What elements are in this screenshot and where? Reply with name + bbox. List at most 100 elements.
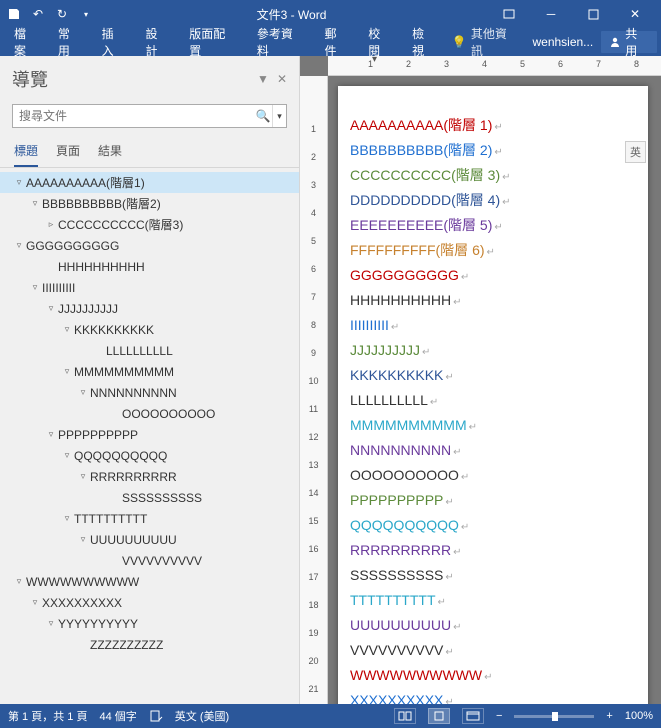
expand-icon[interactable]: ▿ [60, 450, 74, 461]
expand-icon[interactable]: ▿ [28, 282, 42, 293]
minimize-icon[interactable]: ─ [531, 0, 571, 28]
doc-line[interactable]: GGGGGGGGGG↵ [350, 264, 636, 289]
tree-node[interactable]: ▿GGGGGGGGGG [0, 235, 299, 256]
ribbon-tab[interactable]: 郵件 [314, 28, 358, 56]
doc-line[interactable]: SSSSSSSSSS↵ [350, 564, 636, 589]
expand-icon[interactable]: ▿ [28, 198, 42, 209]
doc-line[interactable]: BBBBBBBBBB(階層 2)↵ [350, 139, 636, 164]
tell-me[interactable]: 💡 其他資訊 [446, 25, 525, 59]
tree-node[interactable]: ▿YYYYYYYYYY [0, 613, 299, 634]
status-words[interactable]: 44 個字 [99, 708, 136, 724]
expand-icon[interactable]: ▿ [60, 324, 74, 335]
tree-node[interactable]: ▿IIIIIIIIII [0, 277, 299, 298]
ribbon-tab[interactable]: 檢視 [402, 28, 446, 56]
status-page[interactable]: 第 1 頁，共 1 頁 [8, 708, 87, 724]
view-print-icon[interactable] [428, 708, 450, 724]
expand-icon[interactable]: ▿ [12, 177, 26, 188]
doc-line[interactable]: KKKKKKKKKK↵ [350, 364, 636, 389]
redo-icon[interactable]: ↻ [54, 6, 70, 22]
doc-line[interactable]: FFFFFFFFFF(階層 6)↵ [350, 239, 636, 264]
ribbon-tab[interactable]: 參考資料 [247, 28, 315, 56]
tree-node[interactable]: ZZZZZZZZZZ [0, 634, 299, 655]
doc-line[interactable]: PPPPPPPPPP↵ [350, 489, 636, 514]
search-input[interactable] [13, 105, 254, 127]
zoom-slider[interactable] [514, 715, 594, 718]
expand-icon[interactable]: ▿ [76, 534, 90, 545]
tree-node[interactable]: ▿RRRRRRRRRR [0, 466, 299, 487]
doc-line[interactable]: CCCCCCCCCC(階層 3)↵ [350, 164, 636, 189]
doc-line[interactable]: WWWWWWWWWW↵ [350, 664, 636, 689]
tree-node[interactable]: ▿KKKKKKKKKK [0, 319, 299, 340]
tree-node[interactable]: ▿JJJJJJJJJJ [0, 298, 299, 319]
doc-line[interactable]: TTTTTTTTTT↵ [350, 589, 636, 614]
page[interactable]: 英 AAAAAAAAAA(階層 1)↵BBBBBBBBBB(階層 2)↵CCCC… [338, 86, 648, 704]
doc-line[interactable]: OOOOOOOOOO↵ [350, 464, 636, 489]
status-proofing-icon[interactable] [149, 709, 163, 723]
doc-line[interactable]: EEEEEEEEEE(階層 5)↵ [350, 214, 636, 239]
search-dropdown-icon[interactable]: ▾ [272, 105, 286, 127]
ribbon-tab[interactable]: 常用 [48, 28, 92, 56]
expand-icon[interactable]: ▿ [44, 303, 58, 314]
expand-icon[interactable]: ▿ [60, 366, 74, 377]
tree-node[interactable]: ▿NNNNNNNNNN [0, 382, 299, 403]
expand-icon[interactable]: ▹ [44, 219, 58, 230]
horizontal-ruler[interactable]: ▾ 12345678910111213141516 [328, 56, 661, 76]
tree-node[interactable]: ▿MMMMMMMMMM [0, 361, 299, 382]
expand-icon[interactable]: ▿ [28, 597, 42, 608]
ribbon-tab[interactable]: 插入 [92, 28, 136, 56]
zoom-out-icon[interactable]: − [496, 710, 502, 722]
doc-line[interactable]: NNNNNNNNNN↵ [350, 439, 636, 464]
expand-icon[interactable]: ▿ [76, 387, 90, 398]
doc-line[interactable]: LLLLLLLLLL↵ [350, 389, 636, 414]
doc-line[interactable]: VVVVVVVVVV↵ [350, 639, 636, 664]
expand-icon[interactable]: ▿ [44, 618, 58, 629]
ribbon-tab[interactable]: 檔案 [4, 28, 48, 56]
doc-line[interactable]: HHHHHHHHHH↵ [350, 289, 636, 314]
doc-line[interactable]: QQQQQQQQQQ↵ [350, 514, 636, 539]
user-name[interactable]: wenhsien... [524, 35, 601, 49]
tab-results[interactable]: 結果 [98, 142, 122, 167]
qat-dropdown-icon[interactable]: ▾ [78, 6, 94, 22]
zoom-level[interactable]: 100% [625, 710, 653, 722]
tree-node[interactable]: ▿WWWWWWWWWW [0, 571, 299, 592]
expand-icon[interactable]: ▿ [60, 513, 74, 524]
doc-line[interactable]: DDDDDDDDDD(階層 4)↵ [350, 189, 636, 214]
search-box[interactable]: 🔍 ▾ [12, 104, 287, 128]
doc-line[interactable]: JJJJJJJJJJ↵ [350, 339, 636, 364]
ribbon-display-icon[interactable] [489, 0, 529, 28]
undo-icon[interactable]: ↶ [30, 6, 46, 22]
tree-node[interactable]: ▿AAAAAAAAAA(階層1) [0, 172, 299, 193]
view-read-icon[interactable] [394, 708, 416, 724]
tree-node[interactable]: ▹CCCCCCCCCC(階層3) [0, 214, 299, 235]
tree-node[interactable]: ▿QQQQQQQQQQ [0, 445, 299, 466]
tree-node[interactable]: HHHHHHHHHH [0, 256, 299, 277]
save-icon[interactable] [6, 6, 22, 22]
doc-line[interactable]: XXXXXXXXXX↵ [350, 689, 636, 704]
status-language[interactable]: 英文 (美國) [175, 708, 229, 724]
nav-dropdown-icon[interactable]: ▼ [257, 72, 269, 86]
nav-close-icon[interactable]: ✕ [277, 72, 287, 86]
view-web-icon[interactable] [462, 708, 484, 724]
vertical-ruler[interactable]: 12345678910111213141516171819202122 [300, 76, 328, 704]
tab-headings[interactable]: 標題 [14, 142, 38, 167]
share-button[interactable]: 共用 [601, 31, 657, 53]
expand-icon[interactable]: ▿ [76, 471, 90, 482]
close-icon[interactable]: ✕ [615, 0, 655, 28]
tree-node[interactable]: ▿XXXXXXXXXX [0, 592, 299, 613]
ribbon-tab[interactable]: 校閱 [358, 28, 402, 56]
doc-line[interactable]: RRRRRRRRRR↵ [350, 539, 636, 564]
tab-pages[interactable]: 頁面 [56, 142, 80, 167]
expand-icon[interactable]: ▿ [12, 576, 26, 587]
expand-icon[interactable]: ▿ [44, 429, 58, 440]
tree-node[interactable]: VVVVVVVVVV [0, 550, 299, 571]
tree-node[interactable]: ▿PPPPPPPPPP [0, 424, 299, 445]
zoom-in-icon[interactable]: + [606, 710, 612, 722]
ribbon-tab[interactable]: 設計 [135, 28, 179, 56]
tree-node[interactable]: OOOOOOOOOO [0, 403, 299, 424]
doc-line[interactable]: IIIIIIIIII↵ [350, 314, 636, 339]
tree-node[interactable]: ▿TTTTTTTTTT [0, 508, 299, 529]
doc-line[interactable]: AAAAAAAAAA(階層 1)↵ [350, 114, 636, 139]
tree-node[interactable]: ▿BBBBBBBBBB(階層2) [0, 193, 299, 214]
maximize-icon[interactable] [573, 0, 613, 28]
tree-node[interactable]: ▿UUUUUUUUUU [0, 529, 299, 550]
